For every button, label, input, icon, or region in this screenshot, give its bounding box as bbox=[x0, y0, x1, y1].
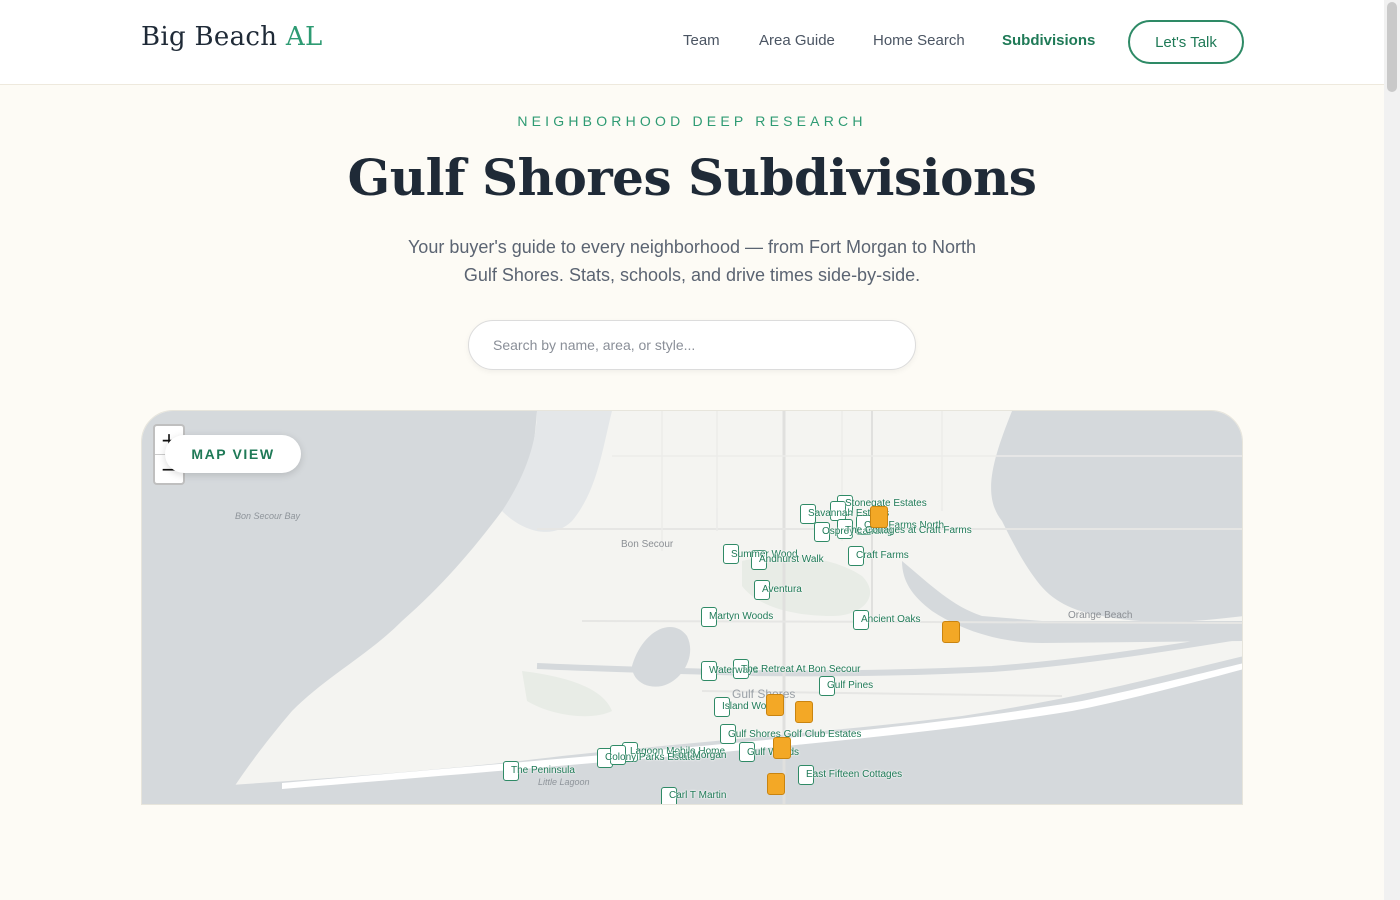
label-gulf-pines[interactable]: Gulf Pines bbox=[827, 680, 873, 691]
label-martyn-woods[interactable]: Martyn Woods bbox=[709, 611, 773, 622]
amenity-marker-icon[interactable] bbox=[767, 773, 785, 795]
label-aventura[interactable]: Aventura bbox=[762, 584, 802, 595]
scrollbar-thumb[interactable] bbox=[1387, 2, 1397, 92]
label-cottages-craft-farms[interactable]: The Cottages at Craft Farms bbox=[845, 525, 972, 536]
label-golf-club-estates[interactable]: Gulf Shores Golf Club Estates bbox=[728, 729, 861, 740]
logo-accent: AL bbox=[285, 22, 323, 52]
place-bon-secour-bay: Bon Secour Bay bbox=[235, 511, 301, 521]
hero-eyebrow: NEIGHBORHOOD DEEP RESEARCH bbox=[517, 113, 867, 129]
place-gulf-shores: Gulf Shores bbox=[732, 687, 796, 701]
amenity-marker-icon[interactable] bbox=[773, 737, 791, 759]
amenity-marker-icon[interactable] bbox=[942, 621, 960, 643]
place-bon-secour: Bon Secour bbox=[621, 539, 674, 550]
site-logo[interactable]: Big Beach AL bbox=[141, 22, 323, 52]
nav-area-guide[interactable]: Area Guide bbox=[759, 32, 835, 52]
place-little-lagoon: Little Lagoon bbox=[538, 777, 590, 787]
label-craft-farms[interactable]: Craft Farms bbox=[856, 550, 909, 561]
place-orange-beach: Orange Beach bbox=[1068, 610, 1133, 621]
label-carl-t-martin[interactable]: Carl T Martin bbox=[669, 790, 726, 801]
subdivision-map[interactable]: Bon Secour Bay Bon Secour Orange Beach G… bbox=[141, 410, 1243, 805]
label-the-peninsula[interactable]: The Peninsula bbox=[511, 765, 575, 776]
logo-main: Big Beach bbox=[141, 22, 278, 52]
label-fort-morgan[interactable]: Fort Morgan bbox=[672, 750, 726, 761]
amenity-marker-icon[interactable] bbox=[795, 701, 813, 723]
map-view-toggle[interactable]: MAP VIEW bbox=[165, 435, 301, 473]
subdivision-search-input[interactable] bbox=[468, 320, 916, 370]
label-ancient-oaks[interactable]: Ancient Oaks bbox=[861, 614, 920, 625]
hero-subtitle: Your buyer's guide to every neighborhood… bbox=[407, 237, 977, 285]
label-andhurst-walk[interactable]: Andhurst Walk bbox=[759, 554, 824, 565]
page-scrollbar[interactable] bbox=[1384, 0, 1400, 900]
lets-talk-button[interactable]: Let's Talk bbox=[1128, 20, 1244, 64]
label-east-fifteen[interactable]: East Fifteen Cottages bbox=[806, 769, 902, 780]
nav-team[interactable]: Team bbox=[683, 32, 720, 52]
nav-subdivisions[interactable]: Subdivisions bbox=[1002, 32, 1095, 52]
amenity-marker-icon[interactable] bbox=[870, 506, 888, 528]
page-title: Gulf Shores Subdivisions bbox=[347, 148, 1037, 207]
site-header: Big Beach AL Team Area Guide Home Search… bbox=[0, 0, 1384, 85]
amenity-marker-icon[interactable] bbox=[766, 694, 784, 716]
nav-home-search[interactable]: Home Search bbox=[873, 32, 965, 52]
label-retreat-bon-secour[interactable]: The Retreat At Bon Secour bbox=[741, 664, 861, 675]
